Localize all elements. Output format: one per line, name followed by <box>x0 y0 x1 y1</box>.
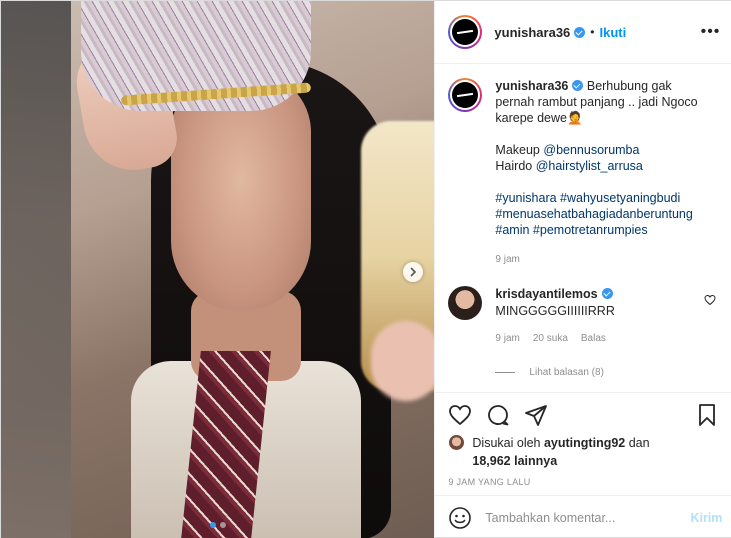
heart-icon[interactable] <box>448 403 472 427</box>
comment-likes[interactable]: 20 suka <box>533 330 568 347</box>
bookmark-icon[interactable] <box>695 403 719 427</box>
emoji-icon[interactable] <box>448 506 472 530</box>
liker-username[interactable]: ayutingting92 <box>544 436 625 450</box>
comment-meta: 9 jam 20 suka Balas <box>495 330 614 347</box>
post-timestamp[interactable]: 9 JAM YANG LALU <box>448 477 719 487</box>
carousel-indicator <box>1 522 434 528</box>
verified-badge-icon <box>574 26 586 38</box>
view-replies-button[interactable]: Lihat balasan (8) <box>448 367 716 378</box>
caption-avatar[interactable] <box>448 78 483 112</box>
likes-prefix: Disukai oleh <box>472 436 541 450</box>
photo-background <box>1 1 71 538</box>
carousel-dot-active <box>209 522 216 528</box>
post-photo[interactable] <box>1 1 435 538</box>
likes-count-button[interactable]: 18,962 lainnya <box>472 454 557 468</box>
carousel-dot <box>219 522 226 528</box>
follow-button[interactable]: Ikuti <box>599 25 626 40</box>
post-header: yunishara36 • Ikuti ••• <box>435 1 731 64</box>
caption-hashtags[interactable]: #yunishara #wahyusetyaningbudi #menuaseh… <box>495 190 705 238</box>
add-comment-bar: Tambahkan komentar... Kirim <box>435 495 731 538</box>
header-separator: • <box>590 25 595 39</box>
commenter-avatar[interactable] <box>448 286 483 320</box>
photo-phone-hand <box>371 321 435 401</box>
comment-icon[interactable] <box>486 403 510 427</box>
post-dialog: yunishara36 • Ikuti ••• yunishara36 Berh… <box>0 0 731 538</box>
hairdo-mention-link[interactable]: @hairstylist_arrusa <box>536 159 643 173</box>
comment-body: krisdayantilemos MINGGGGGIIIIIIRRR 9 jam… <box>495 286 614 347</box>
comment-input[interactable]: Tambahkan komentar... <box>485 511 665 525</box>
comment-time[interactable]: 9 jam <box>495 330 519 347</box>
commenter-username[interactable]: krisdayantilemos <box>495 287 597 301</box>
author-avatar[interactable] <box>448 15 483 49</box>
caption-time[interactable]: 9 jam <box>495 252 705 268</box>
likes-text: Disukai oleh ayutingting92 dan 18,962 la… <box>472 434 692 470</box>
hairdo-label: Hairdo <box>495 159 533 173</box>
comment-text: MINGGGGGIIIIIIRRR <box>495 304 615 318</box>
view-replies-label: Lihat balasan (8) <box>529 367 604 378</box>
comment-reply-button[interactable]: Balas <box>581 330 606 347</box>
likes-middle: dan <box>628 436 650 450</box>
comment-item: krisdayantilemos MINGGGGGIIIIIIRRR 9 jam… <box>448 286 716 347</box>
verified-badge-icon <box>601 288 613 299</box>
likes-summary: Disukai oleh ayutingting92 dan 18,962 la… <box>448 434 719 470</box>
heart-icon[interactable] <box>704 294 716 306</box>
post-comment-button[interactable]: Kirim <box>690 511 722 525</box>
more-options-icon[interactable]: ••• <box>701 23 721 41</box>
post-actions: Disukai oleh ayutingting92 dan 18,962 la… <box>435 392 731 507</box>
author-username[interactable]: yunishara36 <box>494 25 570 40</box>
post-side-panel: yunishara36 • Ikuti ••• yunishara36 Berh… <box>434 1 731 538</box>
makeup-label: Makeup <box>495 143 540 157</box>
comments-section[interactable]: yunishara36 Berhubung gak pernah rambut … <box>435 64 731 392</box>
caption: yunishara36 Berhubung gak pernah rambut … <box>448 78 716 268</box>
chevron-right-icon <box>410 267 417 277</box>
makeup-mention-link[interactable]: @bennusorumba <box>543 143 639 157</box>
carousel-next-button[interactable] <box>403 262 423 282</box>
verified-badge-icon <box>572 80 584 91</box>
share-icon[interactable] <box>524 403 548 427</box>
action-icons <box>448 403 719 427</box>
caption-username[interactable]: yunishara36 <box>495 79 568 93</box>
caption-body: yunishara36 Berhubung gak pernah rambut … <box>495 78 705 268</box>
liker-avatar[interactable] <box>448 434 466 451</box>
